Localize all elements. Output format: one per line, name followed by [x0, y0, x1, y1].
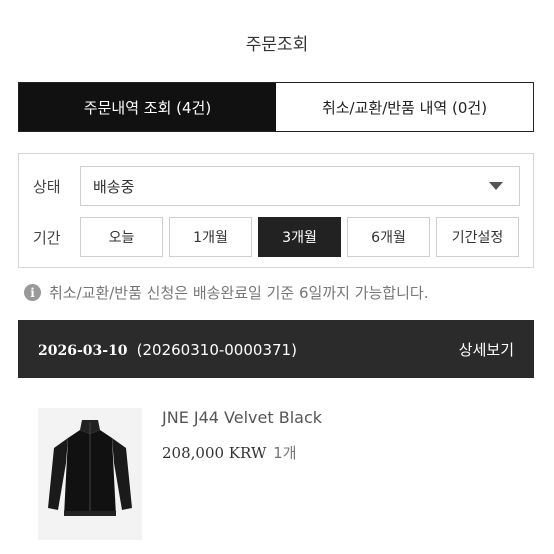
chevron-down-icon	[489, 182, 503, 190]
order-info: 2026-03-10 (20260310-0000371)	[38, 340, 297, 359]
period-buttons: 오늘 1개월 3개월 6개월 기간설정	[80, 217, 519, 257]
jacket-icon	[48, 420, 132, 516]
product-price: 208,000 KRW	[162, 444, 267, 462]
status-select-value: 배송중	[93, 177, 135, 196]
info-icon: i	[24, 284, 41, 301]
product-quantity: 1개	[273, 444, 297, 462]
period-3month-button[interactable]: 3개월	[258, 217, 341, 257]
order-tabs: 주문내역 조회 (4건) 취소/교환/반품 내역 (0건)	[18, 82, 534, 132]
period-today-button[interactable]: 오늘	[80, 217, 163, 257]
order-header: 2026-03-10 (20260310-0000371) 상세보기	[18, 320, 534, 378]
period-label: 기간	[33, 229, 61, 247]
product-thumbnail[interactable]	[38, 408, 142, 540]
period-custom-button[interactable]: 기간설정	[436, 217, 519, 257]
page-title: 주문조회	[245, 35, 309, 55]
notice: i 취소/교환/반품 신청은 배송완료일 기준 6일까지 가능합니다.	[24, 282, 428, 303]
filter-box: 상태 배송중 기간 오늘 1개월 3개월 6개월 기간설정	[18, 153, 534, 268]
tab-order-history[interactable]: 주문내역 조회 (4건)	[19, 83, 276, 131]
status-label: 상태	[33, 178, 61, 196]
order-number: (20260310-0000371)	[136, 340, 297, 359]
product-price-row: 208,000 KRW 1개	[162, 442, 297, 463]
tab-cancel-exchange-return[interactable]: 취소/교환/반품 내역 (0건)	[276, 83, 533, 131]
order-date: 2026-03-10	[38, 342, 128, 359]
product-name[interactable]: JNE J44 Velvet Black	[162, 408, 322, 427]
status-select[interactable]: 배송중	[80, 166, 520, 206]
period-6month-button[interactable]: 6개월	[347, 217, 430, 257]
period-1month-button[interactable]: 1개월	[169, 217, 252, 257]
order-detail-link[interactable]: 상세보기	[459, 339, 514, 360]
notice-text: 취소/교환/반품 신청은 배송완료일 기준 6일까지 가능합니다.	[49, 284, 429, 302]
